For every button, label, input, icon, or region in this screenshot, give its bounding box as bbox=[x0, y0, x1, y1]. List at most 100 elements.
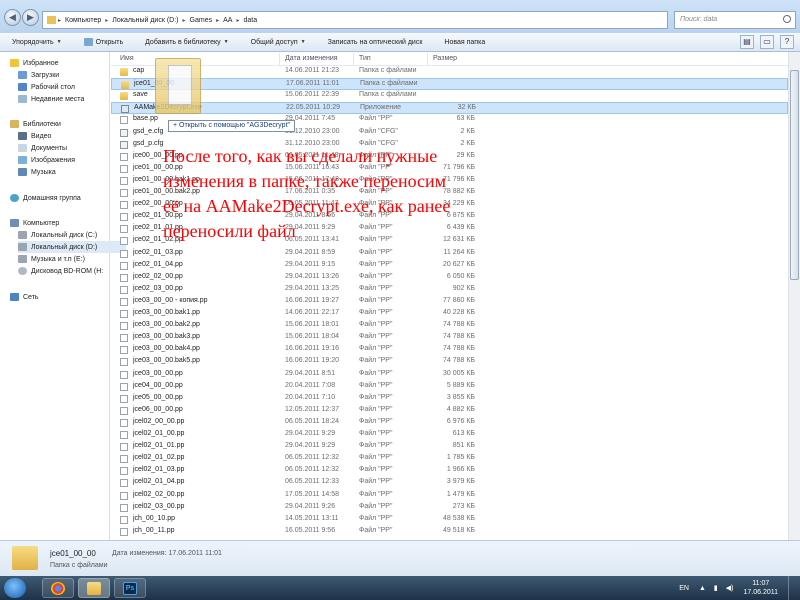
file-row[interactable]: jce03_00_00 - копия.pp 16.06.2011 19:27 Фа… bbox=[111, 296, 788, 308]
address-bar[interactable]: ▸ Компьютер ▸ Локальный диск (D:) ▸ Game… bbox=[42, 11, 668, 29]
file-row[interactable]: jce02_01_04.pp 29.04.2011 9:15 Файл "PP" 20… bbox=[111, 260, 788, 272]
nav-documents[interactable]: Документы bbox=[18, 142, 126, 154]
nav-libraries[interactable]: Библиотеки bbox=[10, 118, 118, 130]
file-row[interactable]: jce02_01_03.pp 29.04.2011 8:59 Файл "PP" 11… bbox=[111, 248, 788, 260]
nav-video[interactable]: Видео bbox=[18, 130, 126, 142]
file-date: 22.05.2011 10:29 bbox=[286, 104, 340, 112]
nav-homegroup[interactable]: Домашняя группа bbox=[10, 192, 118, 204]
file-row[interactable]: jcel02_01_04.pp 06.05.2011 12:33 Файл "PP"… bbox=[111, 477, 788, 489]
taskbar-photoshop[interactable]: Ps bbox=[114, 578, 146, 598]
file-icon bbox=[120, 310, 128, 318]
file-row[interactable]: jce03_00_00.bak5.pp 16.06.2011 19:20 Файл … bbox=[111, 356, 788, 368]
file-row[interactable]: jce05_00_00.pp 20.04.2011 7:10 Файл "PP" 3 … bbox=[111, 393, 788, 405]
folder-icon bbox=[120, 92, 128, 101]
volume-icon[interactable]: ◀) bbox=[726, 584, 734, 592]
add-to-library-button[interactable]: Добавить в библиотеку ▼ bbox=[145, 39, 229, 46]
file-row[interactable]: jce02_03_00.pp 29.04.2011 13:25 Файл "PP" 9… bbox=[111, 284, 788, 296]
tray-arrow-icon[interactable]: ▲ bbox=[699, 585, 706, 592]
file-row[interactable]: jch_00_10.pp 14.05.2011 13:11 Файл "PP" 48 … bbox=[111, 514, 788, 526]
nav-disk-c[interactable]: Локальный диск (C:) bbox=[18, 229, 126, 241]
taskbar-chrome[interactable] bbox=[42, 578, 74, 598]
taskbar-explorer[interactable] bbox=[78, 578, 110, 598]
new-folder-button[interactable]: Новая папка bbox=[444, 39, 485, 46]
organize-label: Упорядочить bbox=[12, 38, 54, 46]
file-row[interactable]: jce03_00_00.bak1.pp 14.06.2011 22:17 Файл … bbox=[111, 308, 788, 320]
file-row[interactable]: jce03_00_00.bak3.pp 15.06.2011 18:04 Файл … bbox=[111, 332, 788, 344]
burn-button[interactable]: Записать на оптический диск bbox=[328, 39, 423, 46]
column-name[interactable]: Имя bbox=[120, 55, 134, 62]
view-options-icon[interactable]: ▤ bbox=[740, 35, 754, 49]
breadcrumb-aa[interactable]: AA bbox=[219, 17, 236, 24]
network-tray-icon[interactable]: ▮ bbox=[714, 584, 718, 592]
file-row[interactable]: jcel02_01_02.pp 06.05.2011 12:32 Файл "PP"… bbox=[111, 453, 788, 465]
file-row[interactable]: jcel02_01_00.pp 29.04.2011 9:29 Файл "PP" 6… bbox=[111, 429, 788, 441]
column-type[interactable]: Тип bbox=[359, 55, 371, 62]
open-icon bbox=[83, 38, 93, 46]
file-size: 40 228 КБ bbox=[442, 309, 475, 316]
file-row[interactable]: jcel02_02_00.pp 17.05.2011 14:58 Файл "PP"… bbox=[111, 490, 788, 502]
file-row[interactable]: jcel02_01_03.pp 06.05.2011 12:32 Файл "PP"… bbox=[111, 465, 788, 477]
nav-dvd[interactable]: Дисковод BD-ROM (H: bbox=[18, 265, 126, 277]
organize-button[interactable]: Упорядочить ▼ bbox=[12, 39, 62, 46]
nav-downloads[interactable]: Загрузки bbox=[18, 69, 126, 81]
back-button[interactable]: ◀ bbox=[4, 9, 21, 26]
file-row[interactable]: cap 14.06.2011 21:23 Папка с файлами bbox=[111, 66, 788, 78]
nav-music[interactable]: Музыка bbox=[18, 166, 126, 178]
help-icon[interactable]: ? bbox=[780, 35, 794, 49]
nav-desktop[interactable]: Рабочий стол bbox=[18, 81, 126, 93]
file-row[interactable]: AAMake2Decrypt.exe22.05.2011 10:29Прилож… bbox=[111, 102, 788, 115]
file-size: 74 788 КБ bbox=[442, 333, 475, 341]
nav-images[interactable]: Изображения bbox=[18, 154, 126, 166]
forward-button[interactable]: ▶ bbox=[22, 9, 39, 26]
file-type: Файл "PP" bbox=[359, 357, 393, 365]
file-row[interactable]: save 15.06.2011 22:39 Папка с файлами bbox=[111, 90, 788, 102]
file-type: Файл "PP" bbox=[359, 321, 393, 329]
breadcrumb-disk-d[interactable]: Локальный диск (D:) bbox=[108, 17, 182, 24]
vertical-scrollbar[interactable] bbox=[788, 52, 800, 540]
file-size: 5 889 КБ bbox=[446, 381, 475, 389]
nav-recent[interactable]: Недавние места bbox=[18, 93, 126, 105]
file-list: cap14.06.2011 21:23Папка с файламиjce01_… bbox=[111, 66, 788, 540]
file-icon bbox=[120, 406, 128, 415]
file-name: jcel02_01_03.pp bbox=[133, 466, 185, 474]
nav-network[interactable]: Сеть bbox=[10, 291, 118, 303]
music-icon bbox=[18, 168, 27, 176]
language-indicator[interactable]: EN bbox=[679, 585, 689, 592]
file-date: 17.05.2011 14:58 bbox=[285, 490, 339, 498]
file-row[interactable]: jcel02_03_00.pp 29.04.2011 9:26 Файл "PP" 2… bbox=[111, 502, 788, 514]
file-row[interactable]: jce06_00_00.pp 12.05.2011 12:37 Файл "PP" 4… bbox=[111, 405, 788, 417]
file-row[interactable]: jce03_00_00.bak4.pp 16.06.2011 19:16 Файл … bbox=[111, 344, 788, 356]
forward-arrow-icon: ▶ bbox=[27, 12, 34, 22]
preview-pane-icon[interactable]: ▭ bbox=[760, 35, 774, 49]
file-row[interactable]: jce04_00_00.pp 20.04.2011 7:08 Файл "PP" 5 … bbox=[111, 381, 788, 393]
column-divider[interactable] bbox=[353, 53, 354, 65]
file-row[interactable]: jce03_00_00.bak2.pp 15.06.2011 18:01 Файл … bbox=[111, 320, 788, 332]
file-icon bbox=[120, 418, 128, 427]
file-row[interactable]: jcel02_00_00.pp 06.05.2011 18:24 Файл "PP"… bbox=[111, 417, 788, 429]
clock[interactable]: 11:07 17.06.2011 bbox=[743, 579, 778, 597]
start-button[interactable] bbox=[4, 578, 26, 598]
breadcrumb-data[interactable]: data bbox=[239, 17, 261, 24]
open-button[interactable]: Открыть bbox=[83, 38, 123, 46]
breadcrumb-computer[interactable]: Компьютер bbox=[61, 17, 105, 24]
scrollbar-thumb[interactable] bbox=[790, 70, 799, 280]
breadcrumb-games[interactable]: Games bbox=[186, 17, 217, 24]
file-row[interactable]: jcel02_01_01.pp 29.04.2011 9:29 Файл "PP" 8… bbox=[111, 441, 788, 453]
column-date[interactable]: Дата изменения bbox=[285, 55, 338, 62]
column-divider[interactable] bbox=[427, 53, 428, 65]
file-row[interactable]: jce01_00_0017.06.2011 11:01Папка с файла… bbox=[111, 78, 788, 91]
file-row[interactable]: jce02_02_00.pp 29.04.2011 13:26 Файл "PP" 6… bbox=[111, 272, 788, 284]
column-divider[interactable] bbox=[279, 53, 280, 65]
file-type: Файл "PP" bbox=[359, 478, 393, 486]
nav-disk-e[interactable]: Музыка и т.п (E:) bbox=[18, 253, 126, 265]
nav-disk-d[interactable]: Локальный диск (D:) bbox=[18, 241, 126, 253]
nav-favorites[interactable]: Избранное bbox=[10, 57, 118, 69]
show-desktop-button[interactable] bbox=[788, 576, 800, 600]
share-button[interactable]: Общий доступ ▼ bbox=[251, 39, 306, 46]
search-input[interactable]: Поиск: data bbox=[674, 11, 796, 29]
file-row[interactable]: jch_00_11.pp 16.05.2011 9:56 Файл "PP" 49 5… bbox=[111, 526, 788, 538]
nav-computer[interactable]: Компьютер bbox=[10, 217, 118, 229]
column-size[interactable]: Размер bbox=[433, 55, 457, 62]
file-date: 14.06.2011 21:23 bbox=[285, 67, 339, 74]
file-row[interactable]: jce03_00_00.pp 29.04.2011 8:51 Файл "PP" 30… bbox=[111, 369, 788, 381]
